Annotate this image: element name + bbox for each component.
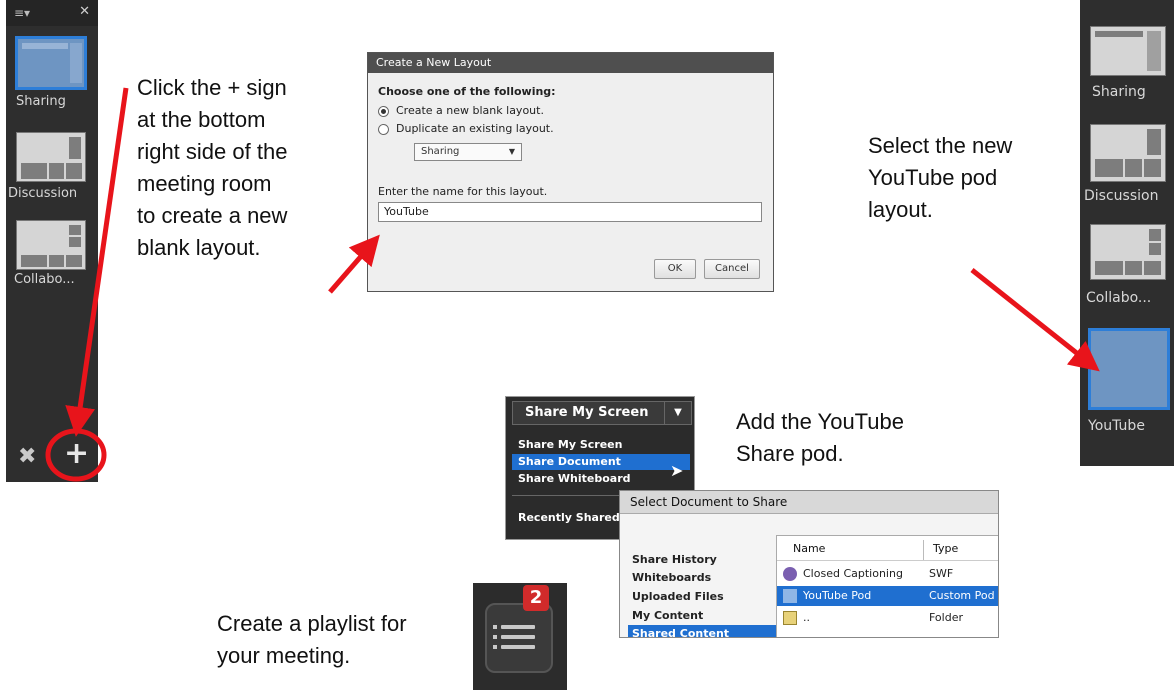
layout-label-sharing-right: Sharing: [1092, 84, 1146, 100]
layout-thumb-discussion-right[interactable]: [1090, 124, 1166, 182]
doc-dialog-title: Select Document to Share: [620, 491, 998, 514]
folder-icon: [783, 611, 797, 625]
sidebar-item-whiteboards[interactable]: Whiteboards: [628, 569, 776, 587]
layout-thumb-collaboration-right[interactable]: [1090, 224, 1166, 280]
layout-label-collaboration: Collabo...: [14, 272, 75, 287]
instruction-step1: Click the + sign at the bottom right sid…: [137, 75, 288, 260]
menu-item-share-whiteboard[interactable]: Share Whiteboard: [512, 471, 690, 487]
menu-item-share-document[interactable]: Share Document: [512, 454, 690, 470]
layout-thumb-collaboration[interactable]: [16, 220, 86, 270]
layout-label-collaboration-right: Collabo...: [1086, 290, 1152, 306]
share-my-screen-button[interactable]: Share My Screen ▼: [512, 401, 692, 425]
layout-label-discussion-right: Discussion: [1084, 188, 1159, 204]
table-row[interactable]: Closed Captioning SWF: [777, 564, 998, 584]
option-new-label: Create a new blank layout.: [396, 104, 544, 117]
row-type: Custom Pod: [929, 589, 995, 602]
instruction-step3: Add the YouTube Share pod.: [736, 409, 905, 466]
sidebar-item-shared-content[interactable]: Shared Content: [628, 625, 776, 637]
dialog-prompt: Choose one of the following:: [378, 85, 556, 98]
menu-item-share-my-screen[interactable]: Share My Screen: [512, 437, 690, 453]
chevron-down-icon[interactable]: ▼: [664, 402, 691, 424]
notification-badge: 2: [523, 585, 549, 611]
row-name: ..: [803, 611, 810, 624]
layout-label-youtube: YouTube: [1088, 418, 1145, 434]
header-divider: [777, 560, 998, 561]
swf-file-icon: [783, 567, 797, 581]
layout-thumb-discussion[interactable]: [16, 132, 86, 182]
radio-duplicate-layout[interactable]: [378, 124, 389, 135]
create-layout-dialog: Create a New Layout Choose one of the fo…: [367, 52, 774, 292]
document-list: Name Type Closed Captioning SWF YouTube …: [776, 535, 998, 637]
dialog-title: Create a New Layout: [368, 53, 773, 73]
layout-thumb-sharing-right[interactable]: [1090, 26, 1166, 76]
list-icon: [485, 603, 553, 673]
table-row[interactable]: YouTube Pod Custom Pod: [777, 586, 998, 606]
layout-label-discussion: Discussion: [8, 186, 78, 201]
name-field-label: Enter the name for this layout.: [378, 185, 548, 198]
row-type: SWF: [929, 567, 954, 580]
layout-name-input[interactable]: YouTube: [378, 202, 762, 222]
layout-dropdown[interactable]: Sharing ▼: [414, 143, 522, 161]
ok-button[interactable]: OK: [654, 259, 696, 279]
wrench-icon[interactable]: ✖: [18, 444, 36, 469]
column-divider: [923, 540, 924, 560]
layout-label-sharing: Sharing: [16, 94, 66, 109]
panel-topbar: ≡▾ ✕: [6, 0, 98, 26]
instruction-step4: Create a playlist for your meeting.: [217, 611, 407, 668]
sidebar-item-share-history[interactable]: Share History: [628, 551, 776, 569]
layout-thumb-youtube[interactable]: [1088, 328, 1170, 410]
playlist-button[interactable]: 2: [473, 583, 567, 690]
row-name: Closed Captioning: [803, 567, 903, 580]
row-name: YouTube Pod: [803, 589, 872, 602]
cancel-button[interactable]: Cancel: [704, 259, 760, 279]
column-header-type[interactable]: Type: [933, 540, 958, 558]
arrow-to-youtube-layout: [970, 268, 1100, 372]
layout-panel-right: Sharing Discussion Collabo... YouTube: [1080, 0, 1174, 466]
select-document-dialog: Select Document to Share Share History W…: [619, 490, 999, 638]
cursor-icon: ➤: [670, 461, 684, 480]
sidebar-item-uploaded-files[interactable]: Uploaded Files: [628, 588, 776, 606]
radio-new-layout[interactable]: [378, 106, 389, 117]
share-button-label: Share My Screen: [525, 405, 649, 420]
row-type: Folder: [929, 611, 963, 624]
close-icon[interactable]: ✕: [79, 4, 90, 19]
layout-thumb-sharing[interactable]: [15, 36, 87, 90]
sidebar-item-my-content[interactable]: My Content: [628, 607, 776, 625]
layout-name-value: YouTube: [384, 205, 429, 218]
option-duplicate-label: Duplicate an existing layout.: [396, 122, 554, 135]
add-layout-button[interactable]: +: [64, 436, 89, 471]
arrow-to-name-field: [328, 234, 380, 294]
layout-panel-left: ≡▾ ✕ Sharing Discussion Collabo... ✖ +: [6, 0, 98, 482]
dropdown-value: Sharing: [421, 146, 460, 157]
chevron-down-icon: ▼: [508, 147, 515, 156]
table-row[interactable]: .. Folder: [777, 608, 998, 628]
column-header-name[interactable]: Name: [793, 540, 825, 558]
panel-bottom-bar: ✖ +: [6, 434, 98, 482]
custom-pod-icon: [783, 589, 797, 603]
instruction-step2: Select the new YouTube pod layout.: [868, 133, 1013, 222]
menu-icon[interactable]: ≡▾: [14, 6, 30, 20]
